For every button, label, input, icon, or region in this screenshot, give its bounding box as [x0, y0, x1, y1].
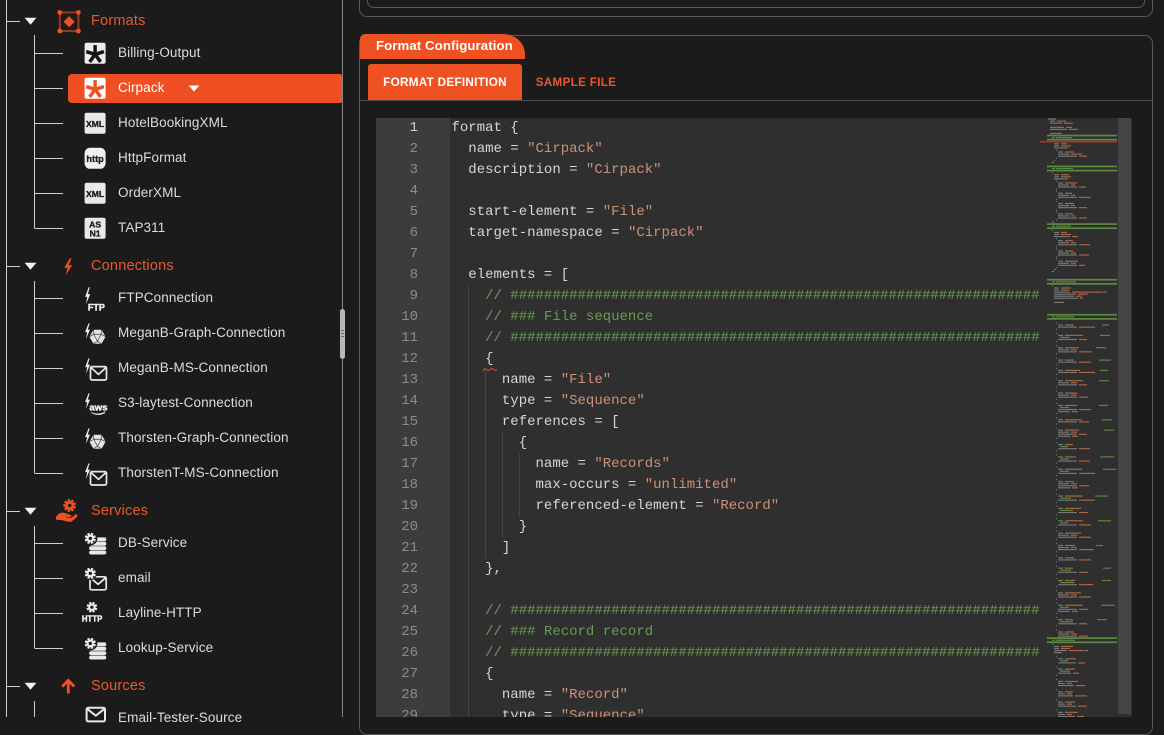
svg-text:http: http: [86, 154, 104, 164]
svg-text:XML: XML: [86, 189, 104, 199]
svg-text:XML: XML: [86, 119, 104, 129]
svg-text:FTP: FTP: [88, 302, 105, 312]
svg-text:N1: N1: [90, 228, 101, 238]
svg-text:HTTP: HTTP: [82, 615, 102, 624]
